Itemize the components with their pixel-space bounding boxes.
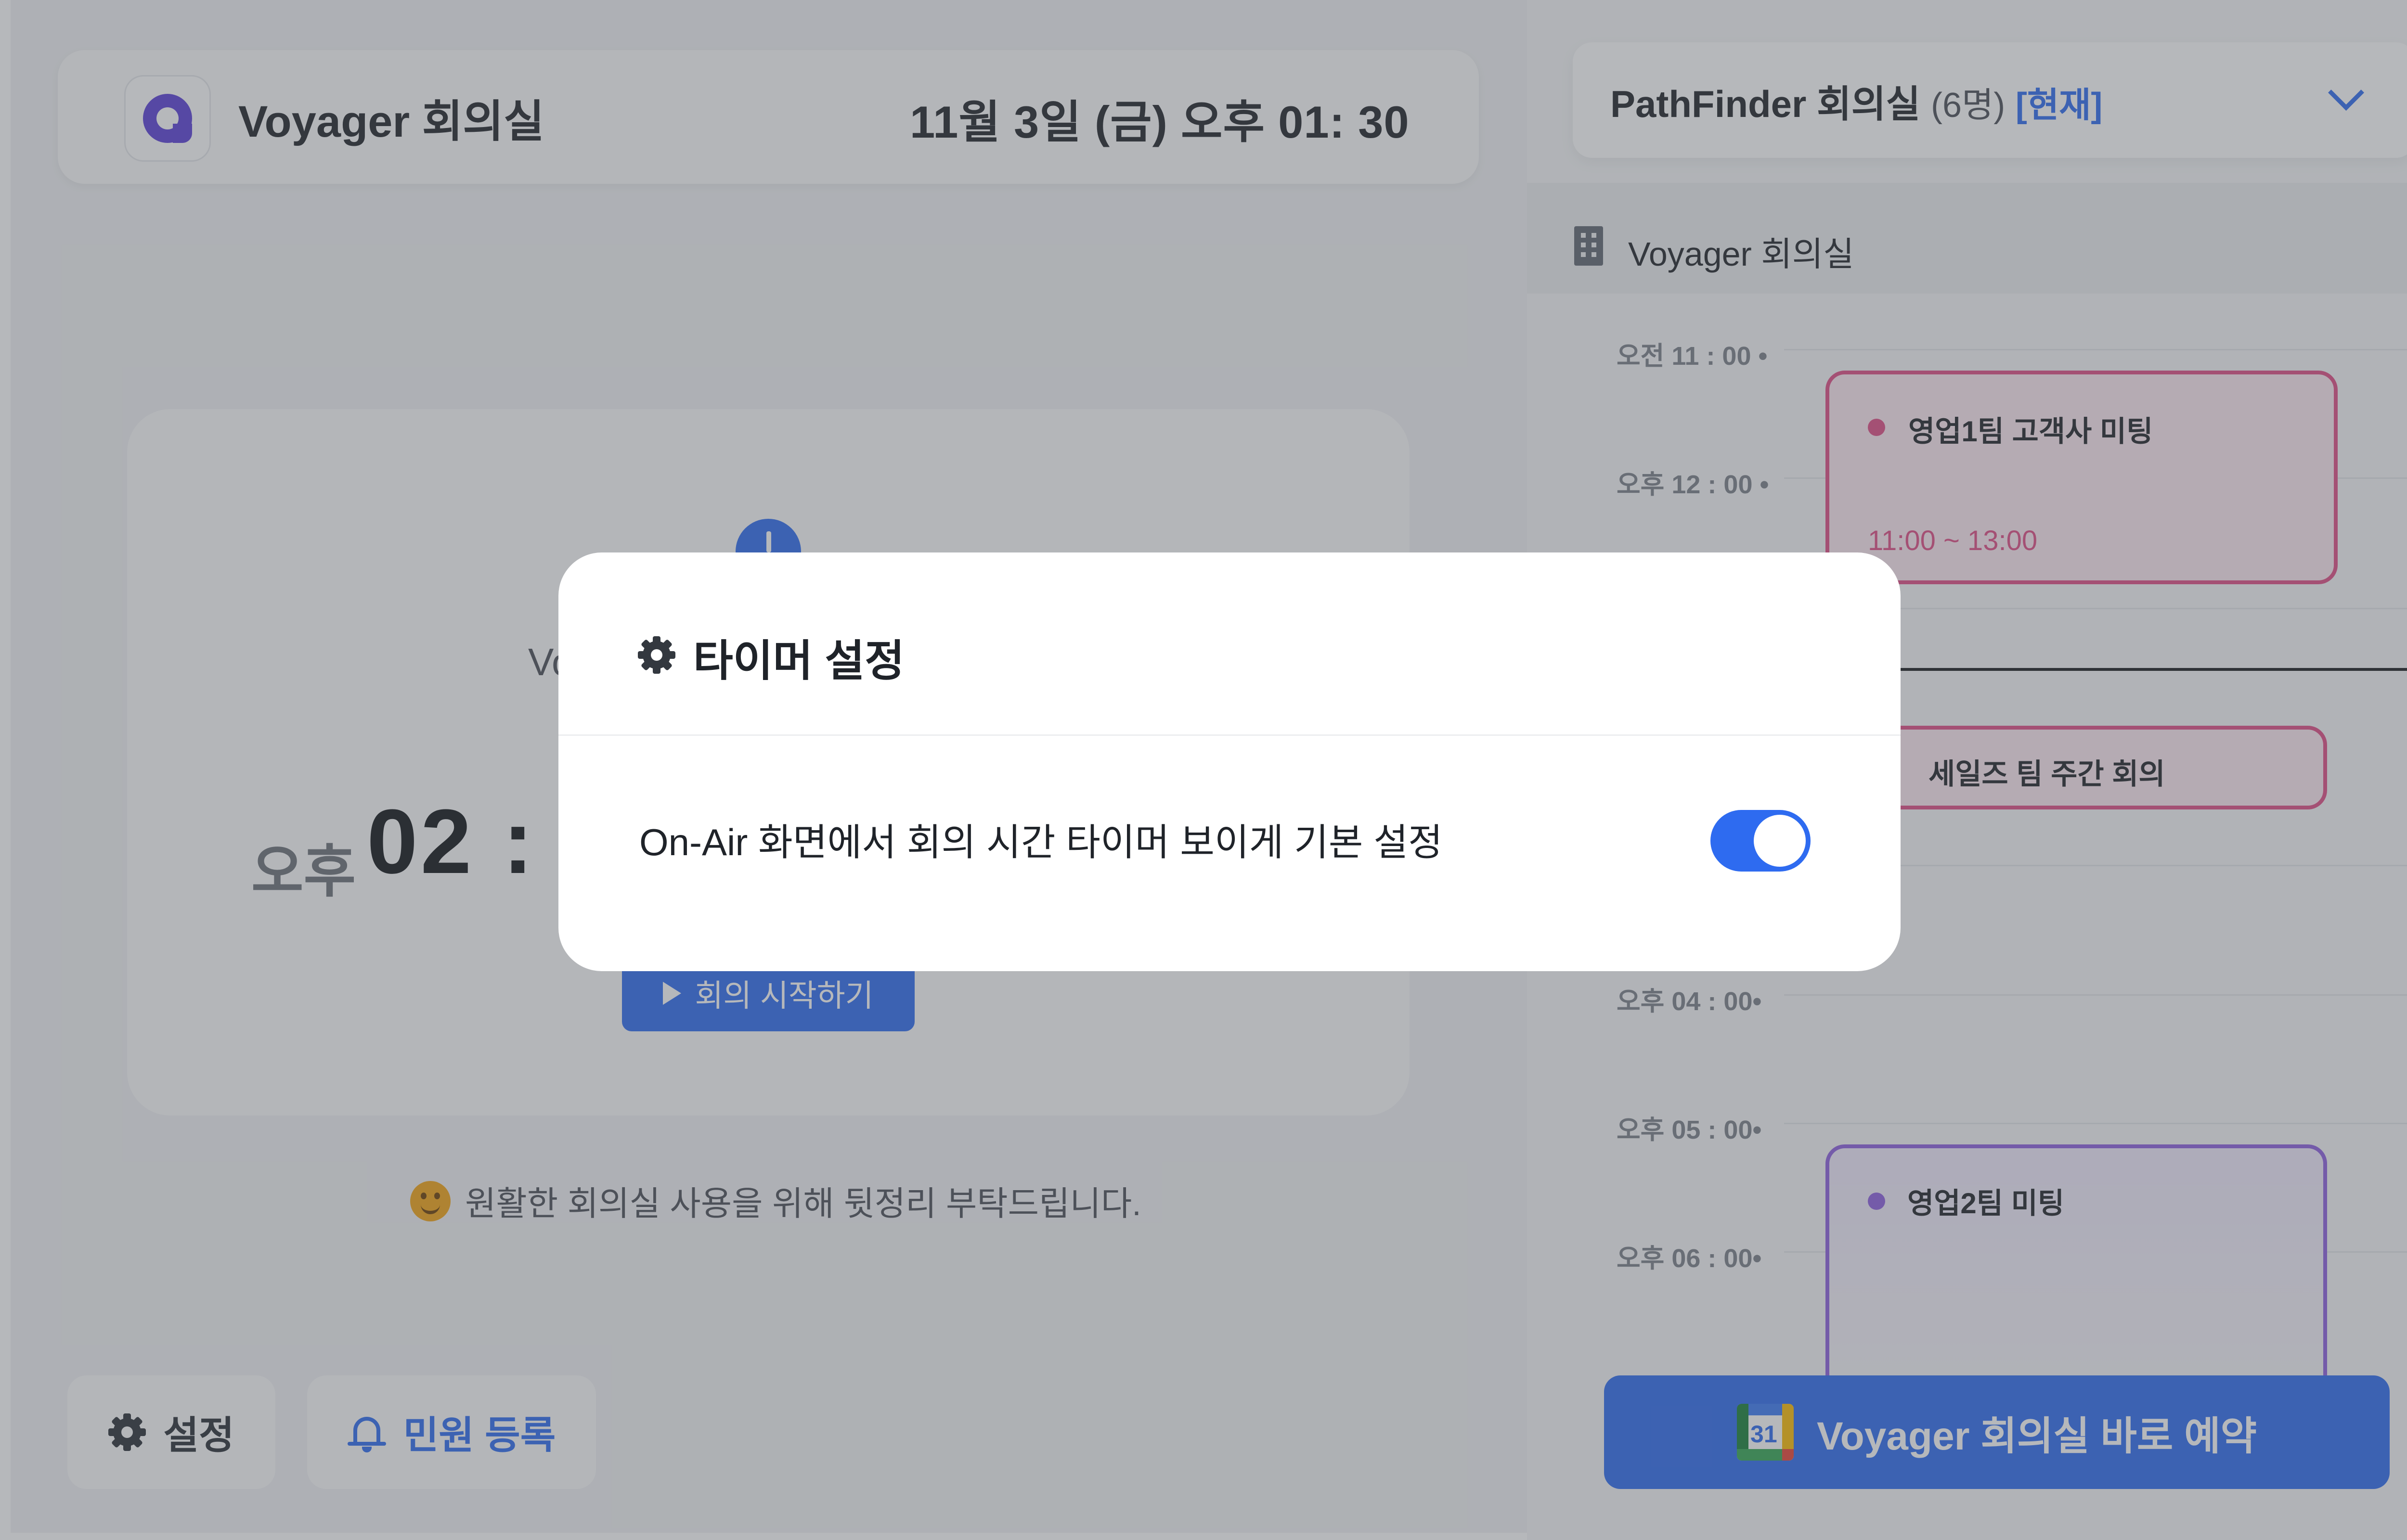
timer-settings-modal: 타이머 설정 On-Air 화면에서 회의 시간 타이머 보이게 기본 설정	[558, 552, 1901, 971]
modal-title: 타이머 설정	[693, 637, 905, 685]
toggle-knob	[1754, 815, 1806, 867]
timer-setting-label: On-Air 화면에서 회의 시간 타이머 보이게 기본 설정	[639, 821, 1443, 863]
timer-visibility-toggle[interactable]	[1710, 810, 1811, 872]
modal-divider	[558, 734, 1901, 736]
